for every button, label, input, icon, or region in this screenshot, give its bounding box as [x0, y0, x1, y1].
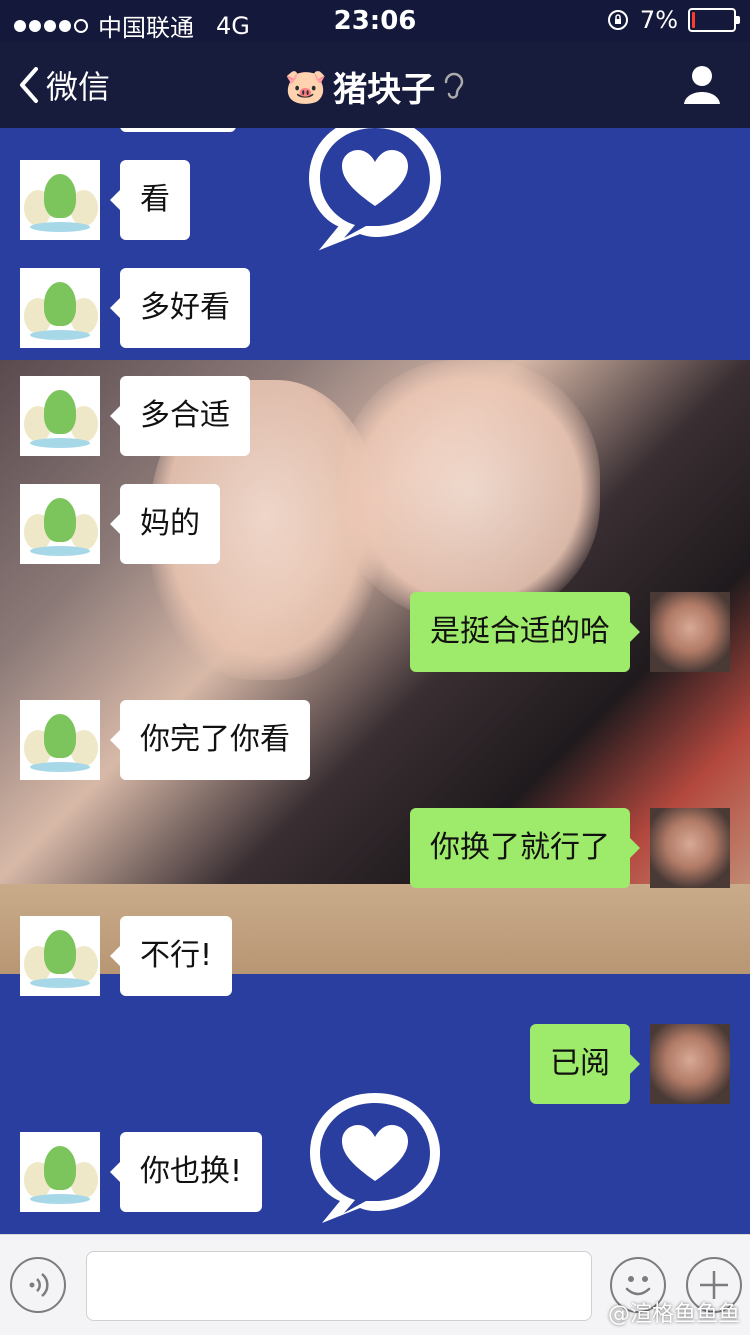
contact-avatar[interactable] — [20, 916, 100, 996]
message-row: 你也换! — [20, 1132, 263, 1212]
voice-icon — [29, 1273, 49, 1297]
message-row: 不行! — [20, 916, 233, 996]
message-row: 多合适 — [20, 376, 250, 456]
contact-avatar[interactable] — [20, 700, 100, 780]
contact-info-button[interactable] — [682, 64, 722, 108]
chat-area[interactable]: 看 多好看 多合适 妈的 是挺合适的哈 你完了你看 你换了就行了 不行! 已阅 … — [0, 128, 750, 1234]
message-bubble[interactable]: 你完了你看 — [110, 700, 310, 780]
message-bubble[interactable]: 你也换! — [109, 1132, 263, 1212]
message-bubble[interactable]: 妈的 — [110, 484, 220, 564]
message-row: 妈的 — [20, 484, 220, 564]
status-right: 7% — [606, 6, 740, 34]
rotation-lock-icon — [607, 10, 628, 30]
message-row: 是挺合适的哈 — [410, 592, 730, 672]
heart-speech-icon — [308, 128, 442, 251]
message-bubble[interactable]: 是挺合适的哈 — [410, 592, 640, 672]
pig-emoji-icon: 🐷 — [284, 66, 328, 107]
message-input[interactable] — [86, 1251, 592, 1321]
contact-avatar[interactable] — [20, 484, 100, 564]
contact-avatar[interactable] — [20, 160, 100, 240]
heart-speech-icon — [310, 1093, 440, 1223]
message-row: 看 — [20, 160, 190, 240]
contact-avatar[interactable] — [20, 268, 100, 348]
message-bubble[interactable]: 多好看 — [110, 268, 250, 348]
my-avatar[interactable] — [650, 808, 730, 888]
my-avatar[interactable] — [650, 592, 730, 672]
battery-percent: 7% — [639, 6, 678, 34]
message-bubble[interactable]: 多合适 — [110, 376, 250, 456]
message-row: 你完了你看 — [20, 700, 310, 780]
ear-icon — [444, 72, 464, 99]
chat-title: 🐷 猪块子 — [0, 62, 750, 111]
message-row: 多好看 — [20, 268, 250, 348]
message-bubble[interactable]: 你换了就行了 — [410, 808, 640, 888]
contact-avatar[interactable] — [20, 1132, 100, 1212]
my-avatar[interactable] — [650, 1024, 730, 1104]
voice-button[interactable] — [10, 1257, 66, 1313]
message-row: 你换了就行了 — [410, 808, 730, 888]
person-icon — [684, 66, 720, 104]
contact-name: 猪块子 — [333, 70, 436, 110]
nav-bar: 微信 🐷 猪块子 — [0, 42, 750, 128]
message-bubble[interactable]: 看 — [110, 160, 190, 240]
status-bar: 中国联通 4G 23:06 7% — [0, 0, 750, 42]
watermark: @渲格鱼鱼鱼 — [607, 1302, 740, 1327]
battery-icon — [688, 8, 740, 32]
message-row: 已阅 — [530, 1024, 730, 1104]
message-bubble[interactable]: 已阅 — [530, 1024, 640, 1104]
contact-avatar[interactable] — [20, 376, 100, 456]
message-bubble[interactable]: 不行! — [109, 916, 233, 996]
